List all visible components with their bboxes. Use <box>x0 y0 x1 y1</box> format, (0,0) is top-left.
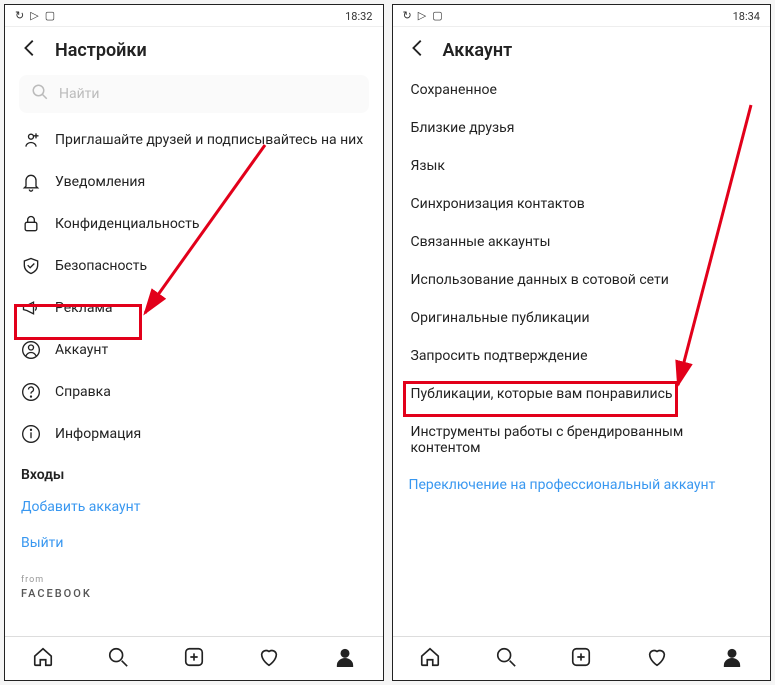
back-icon[interactable] <box>19 37 41 63</box>
person-icon <box>21 340 41 360</box>
item-label: Оригинальные публикации <box>411 310 590 326</box>
search-placeholder: Найти <box>59 86 100 102</box>
list-item-account[interactable]: Аккаунт <box>5 329 383 371</box>
switch-pro-link[interactable]: Переключение на профессиональный аккаунт <box>393 467 771 503</box>
item-label: Информация <box>55 426 141 442</box>
activity-icon[interactable] <box>258 646 280 672</box>
settings-list: Приглашайте друзей и подписывайтесь на н… <box>5 119 383 636</box>
item-label: Синхронизация контактов <box>411 196 585 212</box>
megaphone-icon <box>21 298 41 318</box>
title-bar: Аккаунт <box>393 27 771 71</box>
item-label: Конфиденциальность <box>55 216 199 232</box>
refresh-icon: ↻ <box>403 9 412 22</box>
bottom-nav <box>5 636 383 680</box>
back-icon[interactable] <box>407 37 429 63</box>
phone-account: ↻ ▷ ▢ 18:34 Аккаунт Сохраненное Близкие … <box>392 4 772 681</box>
item-label: Сохраненное <box>411 82 497 98</box>
logins-heading: Входы <box>5 455 383 489</box>
item-label: Справка <box>55 384 111 400</box>
footer-facebook: FACEBOOK <box>5 587 383 614</box>
play-icon: ▷ <box>418 9 426 22</box>
item-label: Приглашайте друзей и подписывайтесь на н… <box>55 132 363 148</box>
list-item-original[interactable]: Оригинальные публикации <box>393 299 771 337</box>
search-input[interactable]: Найти <box>19 75 369 113</box>
list-item-ads[interactable]: Реклама <box>5 287 383 329</box>
create-icon[interactable] <box>183 646 205 672</box>
list-item-privacy[interactable]: Конфиденциальность <box>5 203 383 245</box>
list-item-close-friends[interactable]: Близкие друзья <box>393 109 771 147</box>
item-label: Инструменты работы с брендированным конт… <box>411 424 755 456</box>
list-item-cellular[interactable]: Использование данных в сотовой сети <box>393 261 771 299</box>
list-item-language[interactable]: Язык <box>393 147 771 185</box>
play-icon: ▷ <box>30 9 38 22</box>
list-item-info[interactable]: Информация <box>5 413 383 455</box>
list-item-verify[interactable]: Запросить подтверждение <box>393 337 771 375</box>
activity-icon[interactable] <box>646 646 668 672</box>
item-label: Публикации, которые вам понравились <box>411 386 673 402</box>
home-icon[interactable] <box>32 646 54 672</box>
list-item-contacts[interactable]: Синхронизация контактов <box>393 185 771 223</box>
help-icon <box>21 382 41 402</box>
status-bar: ↻ ▷ ▢ 18:32 <box>5 5 383 27</box>
list-item-help[interactable]: Справка <box>5 371 383 413</box>
search-nav-icon[interactable] <box>495 646 517 672</box>
item-label: Запросить подтверждение <box>411 348 588 364</box>
list-item-liked-posts[interactable]: Публикации, которые вам понравились <box>393 375 771 413</box>
bottom-nav <box>393 636 771 680</box>
status-time: 18:32 <box>345 10 372 23</box>
logout-link[interactable]: Выйти <box>5 525 383 561</box>
bell-icon <box>21 172 41 192</box>
profile-icon[interactable] <box>334 646 356 672</box>
search-icon <box>31 83 49 105</box>
lock-icon <box>21 214 41 234</box>
item-label: Аккаунт <box>55 342 108 358</box>
search-nav-icon[interactable] <box>107 646 129 672</box>
refresh-icon: ↻ <box>15 9 24 22</box>
list-item-notifications[interactable]: Уведомления <box>5 161 383 203</box>
home-icon[interactable] <box>419 646 441 672</box>
add-account-link[interactable]: Добавить аккаунт <box>5 489 383 525</box>
profile-icon[interactable] <box>721 646 743 672</box>
list-item-branded[interactable]: Инструменты работы с брендированным конт… <box>393 413 771 467</box>
item-label: Уведомления <box>55 174 145 190</box>
list-item-invite[interactable]: Приглашайте друзей и подписывайтесь на н… <box>5 119 383 161</box>
square-icon: ▢ <box>45 9 55 22</box>
shield-icon <box>21 256 41 276</box>
status-bar: ↻ ▷ ▢ 18:34 <box>393 5 771 27</box>
item-label: Использование данных в сотовой сети <box>411 272 669 288</box>
item-label: Реклама <box>55 300 112 316</box>
title-bar: Настройки <box>5 27 383 71</box>
page-title: Аккаунт <box>443 40 513 61</box>
list-item-security[interactable]: Безопасность <box>5 245 383 287</box>
list-item-saved[interactable]: Сохраненное <box>393 71 771 109</box>
status-time: 18:34 <box>733 10 760 23</box>
footer-from: from <box>5 561 383 587</box>
item-label: Безопасность <box>55 258 147 274</box>
invite-icon <box>21 130 41 150</box>
create-icon[interactable] <box>570 646 592 672</box>
item-label: Близкие друзья <box>411 120 515 136</box>
page-title: Настройки <box>55 40 147 61</box>
square-icon: ▢ <box>432 9 442 22</box>
info-icon <box>21 424 41 444</box>
list-item-linked[interactable]: Связанные аккаунты <box>393 223 771 261</box>
item-label: Язык <box>411 158 445 174</box>
account-list: Сохраненное Близкие друзья Язык Синхрони… <box>393 71 771 636</box>
phone-settings: ↻ ▷ ▢ 18:32 Настройки Найти Приглашайте … <box>4 4 384 681</box>
item-label: Связанные аккаунты <box>411 234 551 250</box>
